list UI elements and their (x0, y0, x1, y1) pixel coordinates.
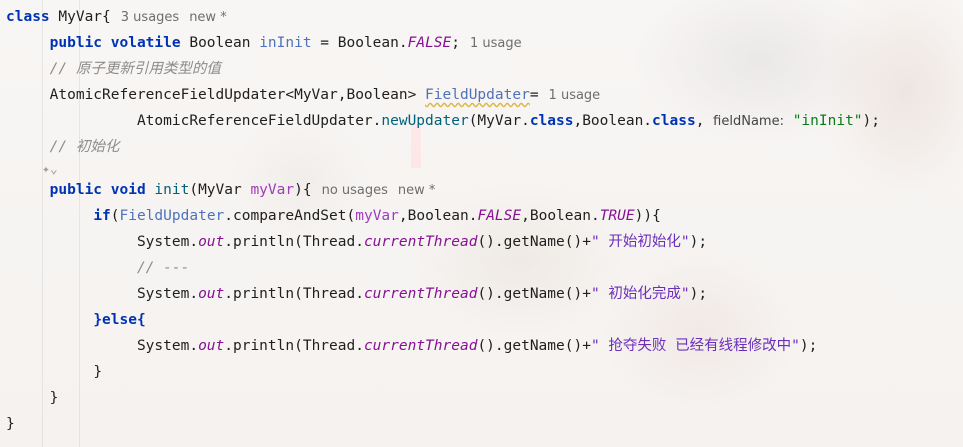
static-field: out (198, 338, 225, 354)
call: ().getName()+ (477, 338, 591, 354)
field-name: inInit (259, 35, 312, 51)
code-line-6[interactable]: // 初始化 (6, 134, 120, 160)
constant: FALSE (477, 208, 522, 224)
call: .println(Thread. (224, 234, 364, 250)
modifiers: public volatile (49, 35, 181, 51)
code-line-8[interactable]: if(FieldUpdater.compareAndSet(myVar,Bool… (6, 203, 661, 229)
code-line-12[interactable]: }else{ (6, 307, 146, 333)
static-field: out (198, 286, 225, 302)
keyword: class (652, 113, 696, 129)
string-literal: " 开始初始化" (590, 234, 690, 250)
code-line-3[interactable]: // 原子更新引用类型的值 (6, 56, 221, 82)
modifiers: public void (49, 182, 146, 198)
static-method: currentThread (363, 286, 478, 302)
constant: TRUE (599, 208, 635, 224)
comment: // 原子更新引用类型的值 (49, 61, 221, 77)
code-editor[interactable]: class MyVar{ 3 usages new * public volatil… (0, 0, 963, 447)
code-line-2[interactable]: public volatile Boolean inInit = Boolean… (6, 30, 522, 56)
class-ref: AtomicReferenceFieldUpdater. (136, 113, 382, 129)
constant: FALSE (407, 35, 452, 51)
assign: = (529, 87, 539, 103)
string-literal: "inInit" (792, 113, 863, 129)
string-literal: " 初始化完成" (590, 286, 690, 302)
args: ,Boolean. (573, 113, 653, 129)
parameter-hint: fieldName: (713, 114, 784, 129)
ai-assistant-icon[interactable]: ✦⌄ (42, 162, 58, 177)
end: ); (799, 338, 818, 354)
code-line-7[interactable]: public void init(MyVar myVar){ no usages n… (6, 177, 436, 203)
keyword: if (93, 208, 111, 224)
semicolon: ; (451, 35, 460, 51)
parameter: myVar (355, 208, 399, 224)
code-line-11[interactable]: System.out.println(Thread.currentThread(… (6, 281, 707, 307)
string-literal: " 抢夺失败 已经有线程修改中" (590, 338, 800, 354)
code-line-9[interactable]: System.out.println(Thread.currentThread(… (6, 229, 707, 255)
usages-hint[interactable]: no usages (322, 183, 388, 198)
brace: } (6, 416, 15, 432)
code-line-16[interactable]: } (6, 411, 15, 437)
else-block: }else{ (93, 312, 146, 328)
new-hint[interactable]: new * (398, 183, 436, 198)
code-line-13[interactable]: System.out.println(Thread.currentThread(… (6, 333, 817, 359)
call: .println(Thread. (224, 338, 364, 354)
code-line-10[interactable]: // --- (6, 255, 189, 281)
code-line-14[interactable]: } (6, 359, 102, 385)
usages-hint[interactable]: 1 usage (549, 88, 601, 103)
static-method: currentThread (363, 338, 478, 354)
usages-hint[interactable]: 1 usage (470, 36, 522, 51)
call: ().getName()+ (477, 286, 591, 302)
call: .println(Thread. (224, 286, 364, 302)
args: ,Boolean. (521, 208, 600, 224)
brace: } (49, 390, 59, 406)
comment: // 初始化 (49, 139, 120, 155)
code-line-1[interactable]: class MyVar{ 3 usages new * (6, 4, 227, 30)
brace: } (93, 364, 103, 380)
paren: ( (110, 208, 120, 224)
args: (MyVar. (468, 113, 530, 129)
field-name: FieldUpdater (425, 87, 530, 103)
code-line-5[interactable]: AtomicReferenceFieldUpdater.newUpdater(M… (6, 108, 880, 134)
signature: ){ (294, 182, 312, 198)
method-name: init (154, 182, 190, 198)
call: .compareAndSet( (224, 208, 356, 224)
code-line-4[interactable]: AtomicReferenceFieldUpdater<MyVar,Boolea… (6, 82, 601, 108)
static-field: out (198, 234, 225, 250)
field-ref: FieldUpdater (119, 208, 225, 224)
class-name: MyVar{ (58, 9, 111, 25)
type: Boolean (189, 35, 251, 51)
new-hint[interactable]: new * (189, 10, 227, 25)
signature: (MyVar (189, 182, 251, 198)
system: System. (136, 286, 199, 302)
comma: , (695, 113, 705, 129)
end: ); (689, 234, 708, 250)
type: AtomicReferenceFieldUpdater<MyVar,Boolea… (49, 87, 417, 103)
keyword: class (6, 9, 50, 25)
system: System. (136, 234, 199, 250)
assign: = Boolean. (311, 35, 408, 51)
call: ().getName()+ (477, 234, 591, 250)
system: System. (136, 338, 199, 354)
code-line-15[interactable]: } (6, 385, 59, 411)
comment: // --- (136, 260, 190, 276)
end: ); (689, 286, 708, 302)
end: ); (862, 113, 881, 129)
end: )){ (634, 208, 661, 224)
method-name: newUpdater (381, 113, 469, 129)
parameter: myVar (250, 182, 295, 198)
keyword: class (529, 113, 574, 129)
static-method: currentThread (363, 234, 478, 250)
usages-hint[interactable]: 3 usages (121, 10, 179, 25)
args: ,Boolean. (398, 208, 478, 224)
